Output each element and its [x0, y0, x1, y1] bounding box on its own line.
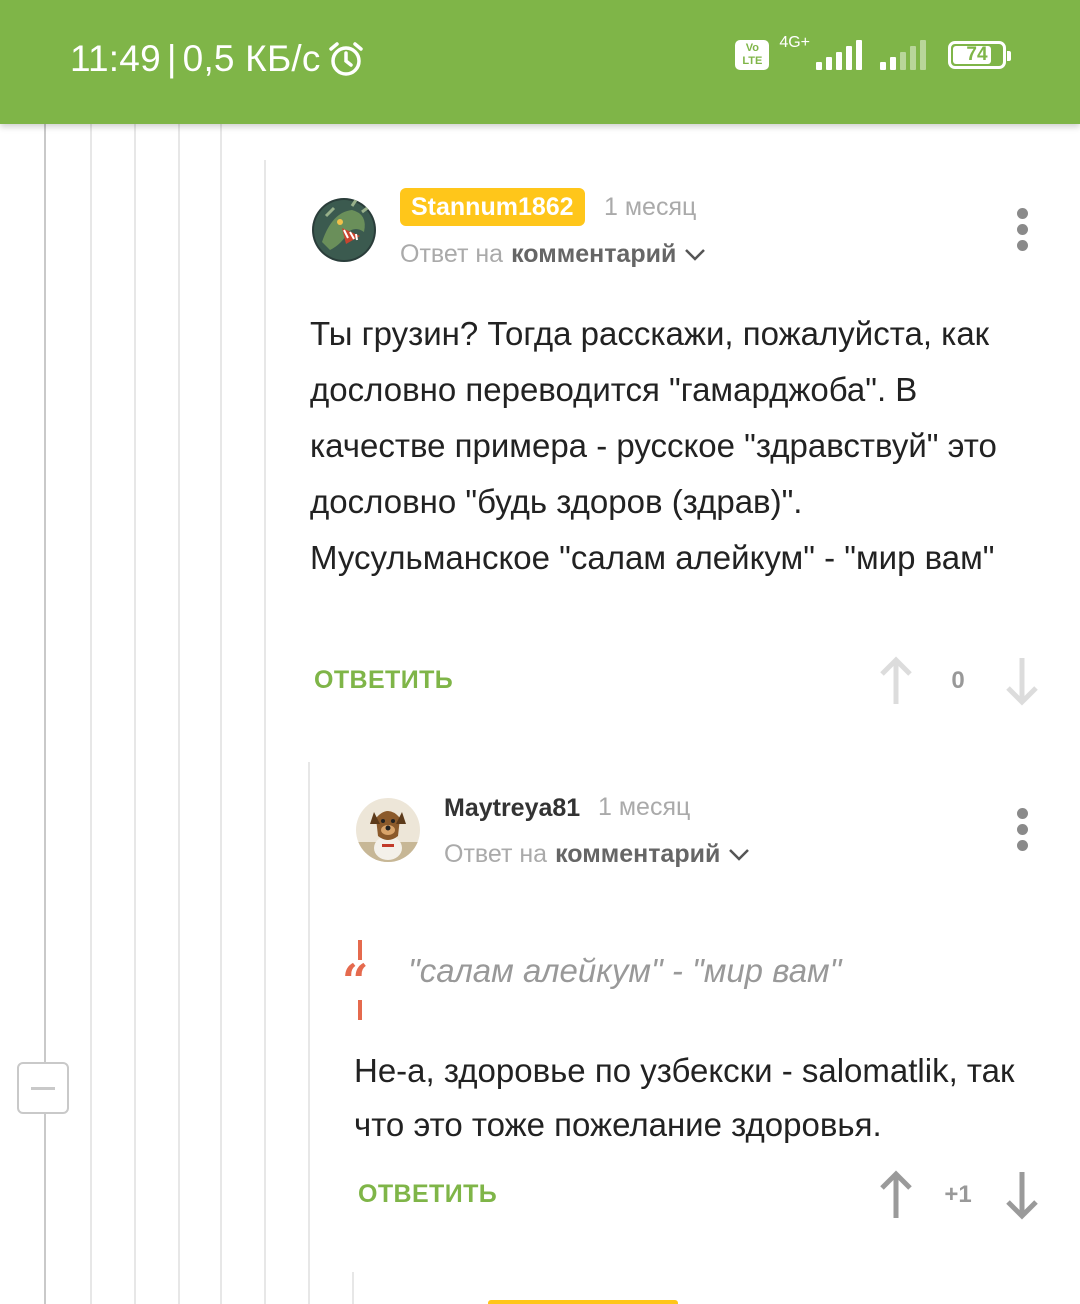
- more-options-icon[interactable]: [1012, 208, 1032, 252]
- quote-icon: “: [342, 954, 369, 1008]
- network-type: 4G+: [779, 34, 810, 51]
- downvote-arrow-icon[interactable]: [1002, 1170, 1042, 1220]
- quote-bar: [358, 1000, 362, 1020]
- reply-button[interactable]: ОТВЕТИТЬ: [358, 1180, 497, 1209]
- reply-to-prefix: Ответ на: [444, 840, 548, 868]
- battery-level: 74: [966, 44, 988, 65]
- username-badge[interactable]: Stannum1862: [400, 188, 585, 226]
- status-right: Vo LTE 4G+ 74: [735, 34, 1011, 70]
- upvote-arrow-icon[interactable]: [876, 1170, 916, 1220]
- more-options-icon[interactable]: [1012, 808, 1032, 852]
- chevron-down-icon: [729, 848, 750, 861]
- avatar[interactable]: [356, 798, 420, 862]
- collapse-thread-button[interactable]: [17, 1062, 69, 1114]
- reply-to-prefix: Ответ на: [400, 240, 504, 268]
- thread-line[interactable]: [264, 760, 266, 1304]
- signal-icon-secondary: [880, 40, 926, 70]
- upvote-arrow-icon[interactable]: [876, 656, 916, 706]
- chevron-down-icon: [685, 248, 706, 261]
- reply-button[interactable]: ОТВЕТИТЬ: [314, 666, 453, 695]
- thread-line[interactable]: [90, 124, 92, 1304]
- username[interactable]: Maytreya81: [444, 794, 580, 823]
- comment-body: Ты грузин? Тогда расскажи, пожалуйста, к…: [310, 315, 997, 576]
- thread-line[interactable]: [44, 124, 46, 1304]
- clock: 11:49: [70, 38, 161, 79]
- thread-line[interactable]: [178, 124, 180, 1304]
- status-bar: 11:49 | 0,5 КБ/с Vo LTE 4G+ 74: [0, 0, 1080, 124]
- network-speed: 0,5 КБ/с: [182, 38, 321, 79]
- thread-line[interactable]: [264, 160, 266, 760]
- reply-to-link[interactable]: Ответ на комментарий: [444, 840, 750, 869]
- thread-line[interactable]: [134, 124, 136, 1304]
- reply-to-target: комментарий: [555, 840, 721, 868]
- dragon-avatar-image: [312, 198, 376, 262]
- dog-avatar-image: [356, 798, 420, 862]
- separator: |: [166, 38, 177, 79]
- status-left: 11:49 | 0,5 КБ/с: [70, 38, 365, 80]
- avatar[interactable]: [312, 198, 376, 262]
- volte-icon: Vo LTE: [735, 40, 770, 70]
- thread-line[interactable]: [220, 124, 222, 1304]
- next-comment-badge: [488, 1300, 678, 1304]
- reply-to-target: комментарий: [511, 240, 677, 268]
- comment-body: Не-а, здоровье по узбекски - salomatlik,…: [354, 1052, 1015, 1143]
- rating: +1: [944, 1181, 972, 1208]
- quoted-text: "салам алейкум" - "мир вам": [408, 952, 842, 989]
- rating: 0: [951, 667, 965, 694]
- downvote-arrow-icon[interactable]: [1002, 656, 1042, 706]
- comment-time: 1 месяц: [598, 793, 691, 821]
- alarm-clock-icon: [328, 42, 363, 76]
- comment-time: 1 месяц: [604, 193, 697, 221]
- signal-icon: [816, 40, 862, 70]
- thread-line[interactable]: [308, 762, 310, 1304]
- reply-to-link[interactable]: Ответ на комментарий: [400, 240, 706, 269]
- thread-line[interactable]: [352, 1272, 354, 1304]
- battery-icon: 74: [948, 41, 1011, 69]
